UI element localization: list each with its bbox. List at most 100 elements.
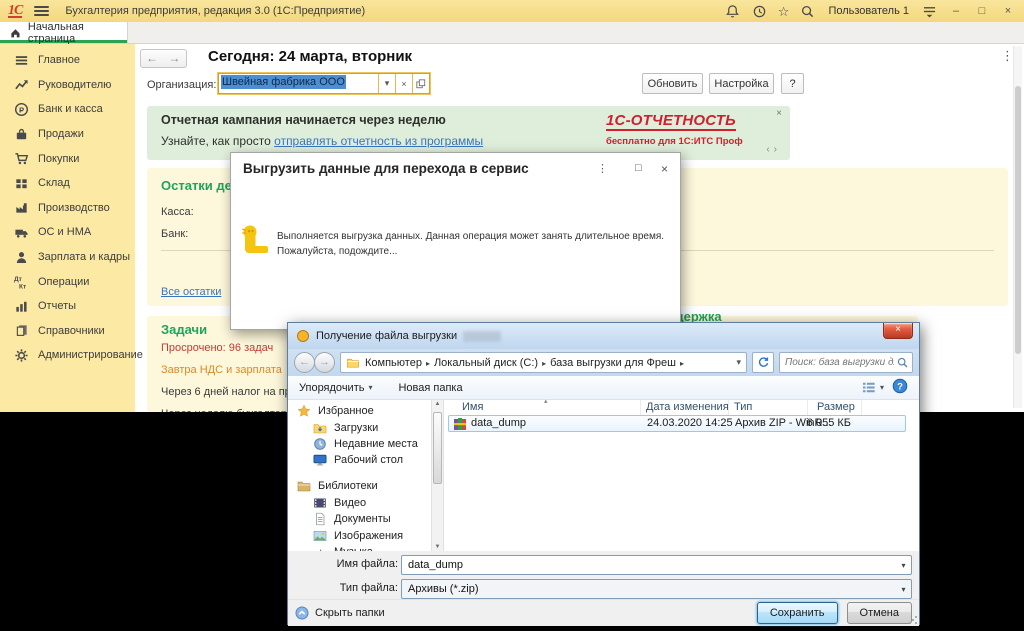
file-name-dropdown-icon[interactable]: ▾ <box>895 561 911 570</box>
window-title: Бухгалтерия предприятия, редакция 3.0 (1… <box>65 5 365 17</box>
column-header-1[interactable]: Дата изменения <box>646 401 729 413</box>
banner-subtitle: Узнайте, как просто отправлять отчетност… <box>161 134 483 148</box>
file-name-value: data_dump <box>408 559 463 571</box>
back-button[interactable]: ← <box>140 49 164 68</box>
bar-chart-icon <box>13 298 29 314</box>
new-folder-button[interactable]: Новая папка <box>398 382 462 394</box>
dialog-maximize-icon[interactable]: □ <box>635 162 642 174</box>
sidebar-item-pokupki[interactable]: Покупки <box>0 146 135 171</box>
sidebar-item-administrirovanie[interactable]: Администрирование <box>0 343 135 368</box>
sidebar-item-zarplata-i-kadry[interactable]: Зарплата и кадры <box>0 245 135 270</box>
sort-ascending-icon: ▴ <box>544 397 548 405</box>
minimize-button[interactable]: – <box>948 5 964 17</box>
all-balances-link[interactable]: Все остатки <box>161 286 221 298</box>
notifications-bell-icon[interactable] <box>724 3 741 20</box>
sidebar-item-sklad[interactable]: Склад <box>0 171 135 196</box>
organize-menu[interactable]: Упорядочить▾ <box>299 382 372 394</box>
current-user[interactable]: Пользователь 1 <box>828 5 909 17</box>
breadcrumb[interactable]: Компьютер▸Локальный диск (C:)▸база выгру… <box>340 352 747 373</box>
column-header-3[interactable]: Размер <box>817 401 855 413</box>
column-header-0[interactable]: Имя <box>462 401 483 413</box>
maximize-button[interactable]: □ <box>974 5 990 17</box>
banner-link[interactable]: отправлять отчетность из программы <box>274 134 483 148</box>
sidebar-item-prodazhi[interactable]: Продажи <box>0 122 135 147</box>
tab-home[interactable]: Начальная страница <box>0 22 128 43</box>
address-bar: ← → Компьютер▸Локальный диск (C:)▸база в… <box>288 349 919 376</box>
task-item[interactable]: Завтра НДС и зарплата <box>161 364 282 376</box>
file-name-input[interactable]: data_dump ▾ <box>401 555 912 575</box>
search-icon[interactable] <box>799 3 816 20</box>
close-button[interactable]: × <box>1000 5 1016 17</box>
file-row[interactable]: data_dump24.03.2020 14:25Архив ZIP - Win… <box>448 415 906 432</box>
scroll-up-icon[interactable]: ▲ <box>432 401 443 407</box>
tree-item-recent-places[interactable]: Недавние места <box>312 436 418 451</box>
nav-back-button[interactable]: ← <box>294 352 315 373</box>
dialog-title: Выгрузить данные для перехода в сервис <box>243 161 529 176</box>
column-header-2[interactable]: Тип <box>734 401 752 413</box>
tree-item-video[interactable]: Видео <box>312 495 366 510</box>
breadcrumb-item-export-folder[interactable]: база выгрузки для Фреш <box>550 357 676 369</box>
progress-message-line1: Выполняется выгрузка данных. Данная опер… <box>277 231 664 242</box>
search-box <box>779 352 913 373</box>
search-magnifier-icon[interactable] <box>896 356 909 374</box>
sidebar-item-label: Справочники <box>38 325 105 337</box>
refresh-button[interactable]: Обновить <box>642 73 703 94</box>
breadcrumb-history-icon[interactable]: ▾ <box>736 357 741 368</box>
nav-forward-button[interactable]: → <box>314 352 335 373</box>
forward-button[interactable]: → <box>163 49 187 68</box>
main-scrollbar[interactable] <box>1013 46 1022 408</box>
sidebar-item-bank-i-kassa[interactable]: PБанк и касса <box>0 97 135 122</box>
org-clear-icon[interactable]: × <box>395 74 412 93</box>
scroll-down-icon[interactable]: ▼ <box>432 544 443 550</box>
sidebar-item-proizvodstvo[interactable]: Производство <box>0 196 135 221</box>
service-menu-icon[interactable] <box>921 3 938 20</box>
sidebar-item-label: Продажи <box>38 128 84 140</box>
sidebar-item-os-i-nma[interactable]: ОС и НМА <box>0 220 135 245</box>
sidebar-item-label: Главное <box>38 54 80 66</box>
favorites-star-icon[interactable]: ☆ <box>778 5 790 18</box>
settings-button[interactable]: Настройка <box>709 73 774 94</box>
tree-scrollbar[interactable]: ▲ ▼ <box>431 400 444 551</box>
org-open-list-icon[interactable] <box>412 74 429 93</box>
tree-item-images[interactable]: Изображения <box>312 528 403 543</box>
organization-field[interactable]: Швейная фабрика ООО ▾ × <box>218 73 430 94</box>
tree-item-desktop[interactable]: Рабочий стол <box>312 452 403 467</box>
breadcrumb-item-computer[interactable]: Компьютер <box>365 357 422 369</box>
sidebar-item-rukovoditelyu[interactable]: Руководителю <box>0 73 135 98</box>
dialog-more-icon[interactable]: ⋮ <box>597 162 608 175</box>
banner-pager-icons[interactable]: ‹› <box>766 144 781 155</box>
file-type-select[interactable]: Архивы (*.zip) ▾ <box>401 579 912 599</box>
banner-close-icon[interactable]: × <box>776 108 782 119</box>
search-input[interactable] <box>780 353 912 372</box>
breadcrumb-item-local-disk-c[interactable]: Локальный диск (C:) <box>434 357 538 369</box>
tree-item-documents[interactable]: Документы <box>312 511 391 526</box>
main-menu-icon[interactable] <box>34 6 49 16</box>
cancel-button[interactable]: Отмена <box>847 602 912 624</box>
scrollbar-thumb[interactable] <box>1015 86 1021 354</box>
help-button[interactable]: ? <box>781 73 804 94</box>
dialog-close-button[interactable]: × <box>883 323 913 339</box>
tree-item-libraries[interactable]: Библиотеки <box>296 478 378 493</box>
change-view-button[interactable]: ▾ <box>862 381 884 394</box>
tree-item-downloads[interactable]: Загрузки <box>312 420 378 435</box>
libraries-icon <box>296 479 312 493</box>
resize-grip[interactable] <box>908 615 918 625</box>
refresh-icon[interactable] <box>752 352 774 373</box>
hide-folders-button[interactable]: Скрыть папки <box>295 606 385 620</box>
tree-item-favorites[interactable]: Избранное <box>296 403 374 418</box>
file-save-dialog: Получение файла выгрузки × ← → Компьютер… <box>287 322 920 625</box>
sidebar-item-spravochniki[interactable]: Справочники <box>0 319 135 344</box>
save-button[interactable]: Сохранить <box>757 602 838 624</box>
dialog-close-icon[interactable]: × <box>661 162 668 176</box>
sidebar-item-otchety[interactable]: Отчеты <box>0 294 135 319</box>
sidebar-item-glavnoe[interactable]: Главное <box>0 48 135 73</box>
tree-scrollbar-thumb[interactable] <box>433 412 442 484</box>
help-icon[interactable]: ? <box>892 378 908 397</box>
file-type-dropdown-icon[interactable]: ▾ <box>895 585 911 594</box>
sidebar-item-operacii[interactable]: ДтКтОперации <box>0 269 135 294</box>
org-dropdown-icon[interactable]: ▾ <box>378 74 395 93</box>
documents-icon <box>312 512 328 526</box>
task-item[interactable]: Просрочено: 96 задач <box>161 342 273 354</box>
history-icon[interactable] <box>751 3 768 20</box>
person-icon <box>13 249 29 265</box>
